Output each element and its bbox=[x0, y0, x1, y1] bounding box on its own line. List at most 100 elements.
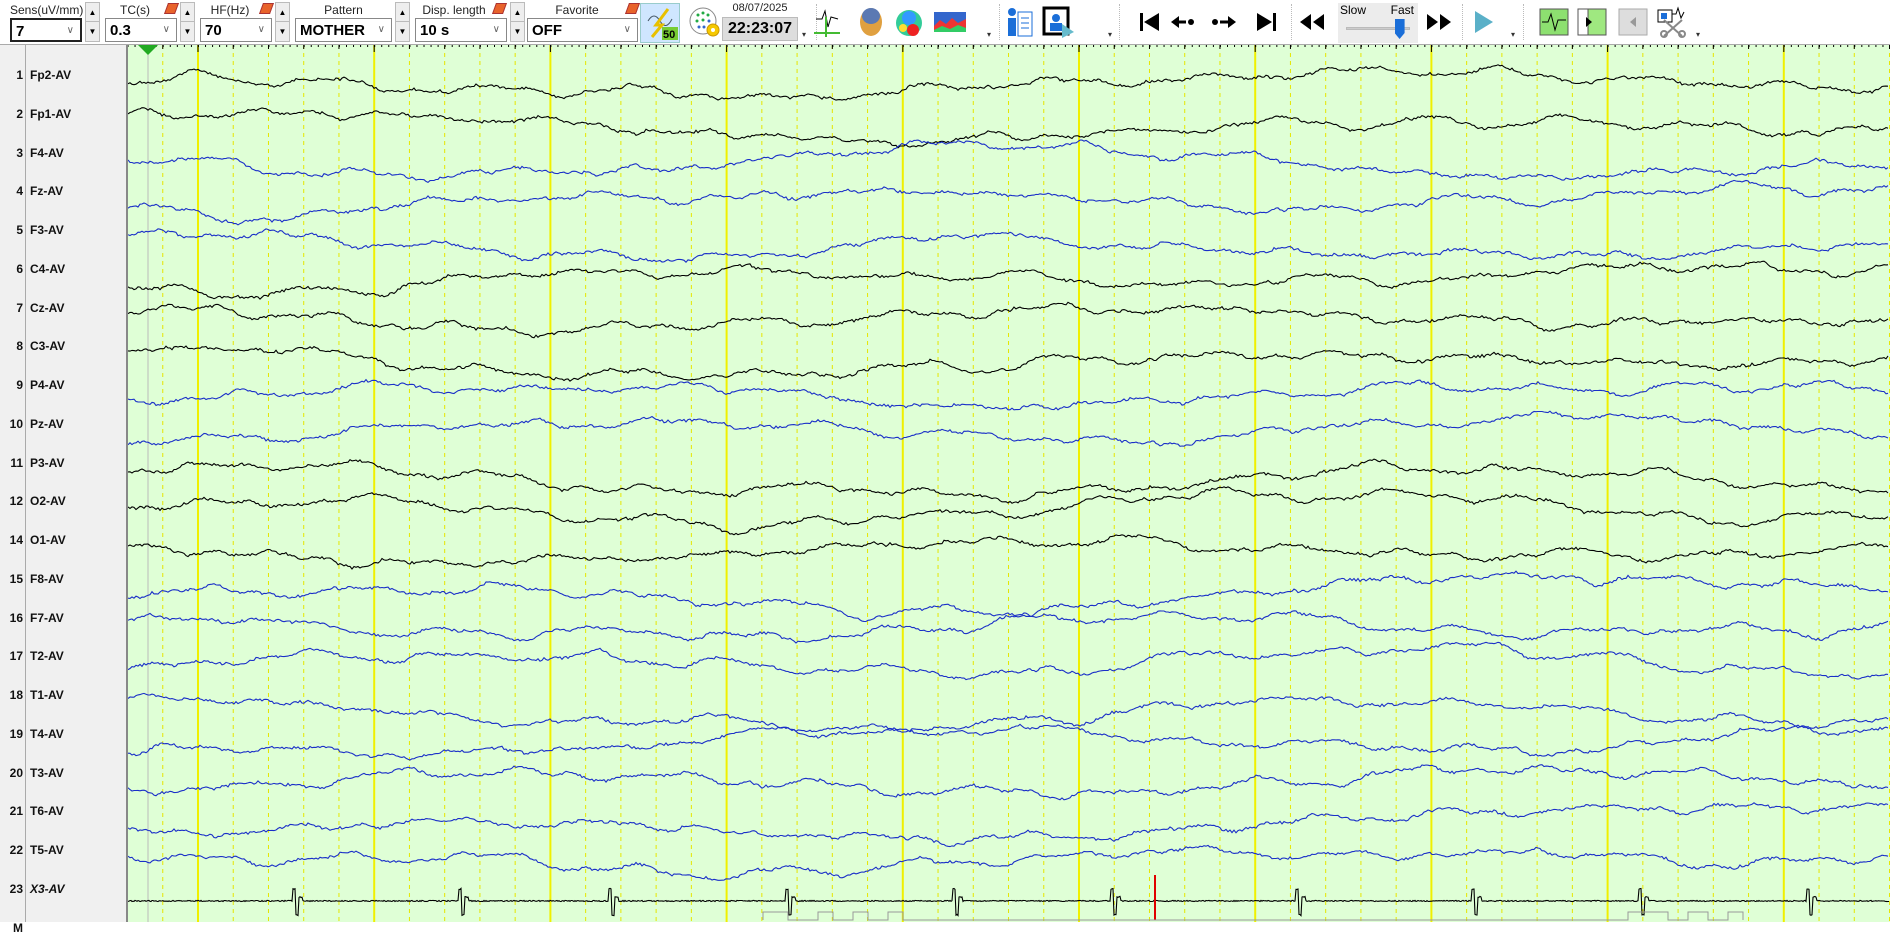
channel-label-t3-av[interactable]: 20 T3-AV bbox=[0, 764, 126, 784]
pattern-spinner[interactable]: ▲ ▼ bbox=[395, 2, 410, 42]
disp-length-spinner[interactable]: ▲ ▼ bbox=[510, 2, 525, 42]
label-divider bbox=[25, 45, 26, 922]
channel-number: 3 bbox=[16, 145, 23, 160]
channel-label-f7-av[interactable]: 16 F7-AV bbox=[0, 609, 126, 629]
page-back-button[interactable] bbox=[1616, 6, 1650, 38]
play-button[interactable] bbox=[1466, 6, 1500, 38]
electrode-gear-icon bbox=[689, 7, 720, 37]
channel-number: 6 bbox=[16, 261, 23, 276]
tc-spinner[interactable]: ▲ ▼ bbox=[180, 2, 195, 42]
disp-length-select[interactable]: 10 s ∨ bbox=[415, 18, 507, 42]
skip-start-icon bbox=[1140, 13, 1159, 31]
trace-p4-av bbox=[128, 378, 1889, 411]
channel-label-fp1-av[interactable]: 2 Fp1-AV bbox=[0, 105, 126, 125]
hf-select[interactable]: 70 ∨ bbox=[200, 18, 272, 42]
dropdown-arrow-icon[interactable]: ▾ bbox=[802, 30, 806, 39]
channel-label-t5-av[interactable]: 22 T5-AV bbox=[0, 841, 126, 861]
spin-up-icon[interactable]: ▲ bbox=[86, 3, 99, 22]
channel-label-f3-av[interactable]: 5 F3-AV bbox=[0, 221, 126, 241]
channel-name: F4-AV bbox=[30, 145, 64, 160]
channel-label-t2-av[interactable]: 17 T2-AV bbox=[0, 647, 126, 667]
trace-t1-av bbox=[128, 692, 1889, 733]
dropdown-arrow-icon[interactable]: ▾ bbox=[987, 30, 991, 39]
video-film-icon bbox=[1042, 6, 1074, 38]
page-forward-button[interactable] bbox=[1575, 6, 1609, 38]
channel-label-t4-av[interactable]: 19 T4-AV bbox=[0, 725, 126, 745]
spin-down-icon[interactable]: ▼ bbox=[181, 22, 194, 41]
channel-label-c4-av[interactable]: 6 C4-AV bbox=[0, 260, 126, 280]
montage-wave-button[interactable] bbox=[1537, 6, 1571, 38]
head-3d-icon bbox=[860, 8, 882, 36]
spin-up-icon[interactable]: ▲ bbox=[511, 3, 524, 22]
tc-select[interactable]: 0.3 ∨ bbox=[105, 18, 177, 42]
channel-name: T3-AV bbox=[30, 765, 64, 780]
spin-down-icon[interactable]: ▼ bbox=[511, 22, 524, 41]
pattern-label: Pattern bbox=[324, 3, 363, 17]
pattern-value: MOTHER bbox=[300, 22, 365, 39]
channel-name: Fp1-AV bbox=[30, 106, 72, 121]
channel-label-p3-av[interactable]: 11 P3-AV bbox=[0, 454, 126, 474]
disp-length-label: Disp. length bbox=[422, 3, 486, 17]
channel-label-f4-av[interactable]: 3 F4-AV bbox=[0, 144, 126, 164]
rewind-icon bbox=[1300, 14, 1324, 30]
spin-up-icon[interactable]: ▲ bbox=[181, 3, 194, 22]
clip-export-button[interactable] bbox=[1655, 6, 1689, 38]
fast-forward-button[interactable] bbox=[1422, 6, 1456, 38]
dropdown-arrow-icon[interactable]: ▾ bbox=[1108, 30, 1112, 39]
speed-slow-label: Slow bbox=[1340, 3, 1367, 17]
notch-filter-button[interactable]: 50 bbox=[640, 3, 680, 43]
channel-name: P4-AV bbox=[30, 378, 65, 393]
chevron-down-icon: ∨ bbox=[492, 24, 500, 35]
sens-label: Sens(uV/mm) bbox=[10, 3, 84, 17]
spin-up-icon[interactable]: ▲ bbox=[396, 3, 409, 22]
pencil-icon[interactable] bbox=[163, 3, 180, 14]
channel-label-f8-av[interactable]: 15 F8-AV bbox=[0, 570, 126, 590]
toolbar-separator bbox=[999, 4, 1000, 40]
channel-number: 4 bbox=[16, 184, 23, 199]
channel-label-cz-av[interactable]: 7 Cz-AV bbox=[0, 299, 126, 319]
spin-up-icon[interactable]: ▲ bbox=[276, 3, 289, 22]
spectrogram-button[interactable] bbox=[933, 6, 967, 38]
channel-label-pz-av[interactable]: 10 Pz-AV bbox=[0, 415, 126, 435]
channel-label-fp2-av[interactable]: 1 Fp2-AV bbox=[0, 66, 126, 86]
dropdown-arrow-icon[interactable]: ▾ bbox=[1696, 30, 1700, 39]
spin-down-icon[interactable]: ▼ bbox=[396, 22, 409, 41]
spin-down-icon[interactable]: ▼ bbox=[86, 22, 99, 41]
channel-number: 10 bbox=[9, 416, 23, 431]
electrode-settings-button[interactable] bbox=[688, 6, 722, 38]
pencil-icon[interactable] bbox=[491, 3, 508, 14]
channel-label-o1-av[interactable]: 14 O1-AV bbox=[0, 531, 126, 551]
sens-select[interactable]: 7 ∨ bbox=[10, 18, 82, 42]
chevron-down-icon: ∨ bbox=[623, 24, 631, 35]
go-to-start-button[interactable] bbox=[1132, 6, 1166, 38]
patient-info-button[interactable] bbox=[1002, 6, 1036, 38]
topography-button[interactable] bbox=[892, 6, 926, 38]
spin-down-icon[interactable]: ▼ bbox=[276, 22, 289, 41]
channel-label-t6-av[interactable]: 21 T6-AV bbox=[0, 802, 126, 822]
channel-label-t1-av[interactable]: 18 T1-AV bbox=[0, 686, 126, 706]
go-to-end-button[interactable] bbox=[1250, 6, 1284, 38]
sens-spinner[interactable]: ▲ ▼ bbox=[85, 2, 100, 42]
channel-label-o2-av[interactable]: 12 O2-AV bbox=[0, 492, 126, 512]
step-back-button[interactable] bbox=[1166, 6, 1200, 38]
pattern-select[interactable]: MOTHER ∨ bbox=[295, 18, 392, 42]
head-map-button[interactable] bbox=[854, 6, 888, 38]
eeg-waveform-area[interactable] bbox=[128, 45, 1890, 922]
channel-label-x3-av[interactable]: 23 X3-AV bbox=[0, 880, 126, 900]
marker-row-text: M bbox=[13, 920, 23, 935]
hf-spinner[interactable]: ▲ ▼ bbox=[275, 2, 290, 42]
channel-label-p4-av[interactable]: 9 P4-AV bbox=[0, 376, 126, 396]
rewind-button[interactable] bbox=[1295, 6, 1329, 38]
channel-label-c3-av[interactable]: 8 C3-AV bbox=[0, 337, 126, 357]
dropdown-arrow-icon[interactable]: ▾ bbox=[1511, 30, 1515, 39]
pencil-icon[interactable] bbox=[624, 3, 641, 14]
pencil-icon[interactable] bbox=[258, 3, 275, 14]
favorite-select[interactable]: OFF ∨ bbox=[527, 18, 638, 42]
video-button[interactable] bbox=[1042, 6, 1076, 38]
speed-slider-thumb[interactable] bbox=[1394, 19, 1405, 39]
waveform-marker-button[interactable] bbox=[810, 6, 844, 38]
date-text: 08/07/2025 bbox=[732, 2, 788, 14]
speed-slider[interactable]: Slow Fast bbox=[1338, 3, 1418, 43]
channel-label-fz-av[interactable]: 4 Fz-AV bbox=[0, 182, 126, 202]
step-forward-button[interactable] bbox=[1207, 6, 1241, 38]
